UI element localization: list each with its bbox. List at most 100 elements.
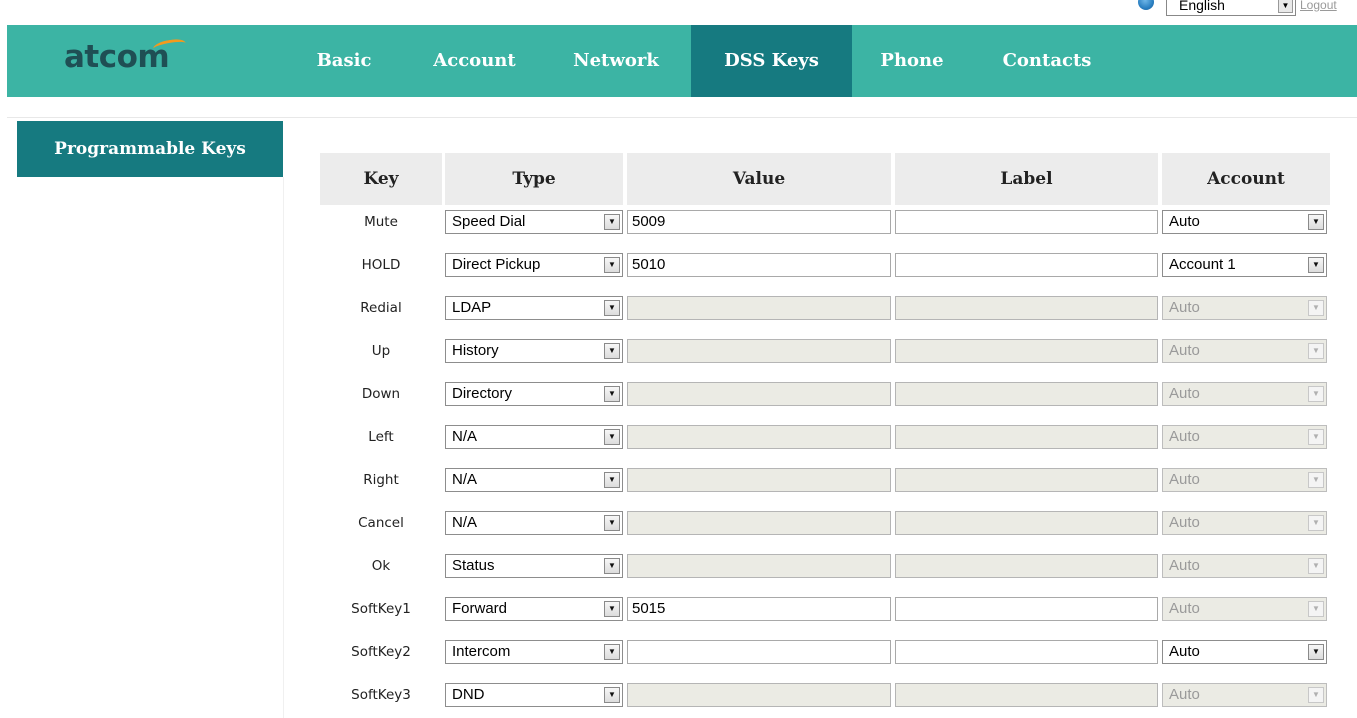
type-select[interactable]: History ▼ xyxy=(445,339,623,363)
account-select[interactable]: Auto ▼ xyxy=(1162,640,1327,664)
label-input[interactable] xyxy=(895,210,1158,234)
type-select-value: Intercom xyxy=(452,643,511,660)
chevron-down-icon: ▼ xyxy=(1308,300,1324,316)
label-input[interactable] xyxy=(895,640,1158,664)
column-header-account: Account xyxy=(1162,153,1330,205)
chevron-down-icon[interactable]: ▼ xyxy=(1278,0,1293,13)
account-select-value: Auto xyxy=(1169,643,1200,660)
tab-phone[interactable]: Phone xyxy=(862,25,962,97)
value-input xyxy=(627,511,891,535)
account-select-value: Auto xyxy=(1169,385,1200,402)
type-select[interactable]: N/A ▼ xyxy=(445,468,623,492)
chevron-down-icon[interactable]: ▼ xyxy=(604,601,620,617)
label-input xyxy=(895,511,1158,535)
globe-icon xyxy=(1138,0,1154,10)
type-select[interactable]: Direct Pickup ▼ xyxy=(445,253,623,277)
value-input[interactable]: 5009 xyxy=(627,210,891,234)
tab-network[interactable]: Network xyxy=(551,25,681,97)
value-input xyxy=(627,296,891,320)
chevron-down-icon: ▼ xyxy=(1308,558,1324,574)
account-select-value: Auto xyxy=(1169,600,1200,617)
key-name: Ok xyxy=(371,558,391,574)
chevron-down-icon[interactable]: ▼ xyxy=(604,214,620,230)
account-select-value: Auto xyxy=(1169,213,1200,230)
account-select-value: Auto xyxy=(1169,299,1200,316)
type-select[interactable]: N/A ▼ xyxy=(445,511,623,535)
key-name: Mute xyxy=(364,214,398,230)
key-name: SoftKey1 xyxy=(351,601,411,617)
value-input xyxy=(627,468,891,492)
column-header-value: Value xyxy=(627,153,891,205)
account-select-value: Auto xyxy=(1169,557,1200,574)
type-select-value: Forward xyxy=(452,600,508,617)
type-select-value: N/A xyxy=(452,514,478,531)
label-input[interactable] xyxy=(895,597,1158,621)
type-select[interactable]: LDAP ▼ xyxy=(445,296,623,320)
chevron-down-icon: ▼ xyxy=(1308,386,1324,402)
value-input[interactable] xyxy=(627,640,891,664)
chevron-down-icon: ▼ xyxy=(1308,343,1324,359)
chevron-down-icon[interactable]: ▼ xyxy=(604,687,620,703)
content-divider xyxy=(7,117,1357,118)
account-select: Auto ▼ xyxy=(1162,511,1327,535)
chevron-down-icon[interactable]: ▼ xyxy=(1308,214,1324,230)
account-select[interactable]: Account 1 ▼ xyxy=(1162,253,1327,277)
type-select-value: Status xyxy=(452,557,495,574)
key-name: Right xyxy=(363,472,399,488)
chevron-down-icon[interactable]: ▼ xyxy=(604,515,620,531)
type-select[interactable]: DND ▼ xyxy=(445,683,623,707)
type-select[interactable]: Forward ▼ xyxy=(445,597,623,621)
account-select[interactable]: Auto ▼ xyxy=(1162,210,1327,234)
chevron-down-icon[interactable]: ▼ xyxy=(1308,257,1324,273)
logout-link[interactable]: Logout xyxy=(1300,0,1337,12)
type-select[interactable]: Speed Dial ▼ xyxy=(445,210,623,234)
sidebar xyxy=(17,177,284,718)
type-select[interactable]: Status ▼ xyxy=(445,554,623,578)
atcom-logo: atcom xyxy=(64,39,170,75)
label-input xyxy=(895,683,1158,707)
account-select: Auto ▼ xyxy=(1162,683,1327,707)
type-select-value: Speed Dial xyxy=(452,213,526,230)
value-input[interactable]: 5010 xyxy=(627,253,891,277)
key-name: Redial xyxy=(360,300,402,316)
account-select: Auto ▼ xyxy=(1162,597,1327,621)
account-select-value: Auto xyxy=(1169,686,1200,703)
tab-contacts[interactable]: Contacts xyxy=(972,25,1122,97)
tab-basic[interactable]: Basic xyxy=(290,25,398,97)
language-select[interactable]: English ▼ xyxy=(1166,0,1296,16)
chevron-down-icon[interactable]: ▼ xyxy=(604,644,620,660)
key-name: SoftKey3 xyxy=(351,687,411,703)
account-select: Auto ▼ xyxy=(1162,468,1327,492)
chevron-down-icon[interactable]: ▼ xyxy=(604,257,620,273)
chevron-down-icon[interactable]: ▼ xyxy=(604,386,620,402)
sidebar-item-programmable-keys[interactable]: Programmable Keys xyxy=(17,121,283,177)
label-input xyxy=(895,339,1158,363)
type-select-value: DND xyxy=(452,686,485,703)
key-name: Left xyxy=(368,429,394,445)
chevron-down-icon: ▼ xyxy=(1308,687,1324,703)
type-select[interactable]: Directory ▼ xyxy=(445,382,623,406)
account-select-value: Account 1 xyxy=(1169,256,1236,273)
value-input[interactable]: 5015 xyxy=(627,597,891,621)
chevron-down-icon[interactable]: ▼ xyxy=(604,343,620,359)
type-select[interactable]: Intercom ▼ xyxy=(445,640,623,664)
chevron-down-icon[interactable]: ▼ xyxy=(604,558,620,574)
chevron-down-icon[interactable]: ▼ xyxy=(604,429,620,445)
value-input xyxy=(627,554,891,578)
main-header: atcom Basic Account Network DSS Keys Pho… xyxy=(7,25,1357,97)
type-select-value: N/A xyxy=(452,471,478,488)
account-select: Auto ▼ xyxy=(1162,339,1327,363)
tab-account[interactable]: Account xyxy=(408,25,541,97)
label-input[interactable] xyxy=(895,253,1158,277)
tab-dss-keys[interactable]: DSS Keys xyxy=(691,25,852,97)
column-header-key: Key xyxy=(320,153,442,205)
chevron-down-icon[interactable]: ▼ xyxy=(604,300,620,316)
type-select[interactable]: N/A ▼ xyxy=(445,425,623,449)
chevron-down-icon[interactable]: ▼ xyxy=(604,472,620,488)
type-select-value: N/A xyxy=(452,428,478,445)
label-input xyxy=(895,425,1158,449)
value-input xyxy=(627,339,891,363)
label-input xyxy=(895,554,1158,578)
account-select-value: Auto xyxy=(1169,471,1200,488)
chevron-down-icon[interactable]: ▼ xyxy=(1308,644,1324,660)
